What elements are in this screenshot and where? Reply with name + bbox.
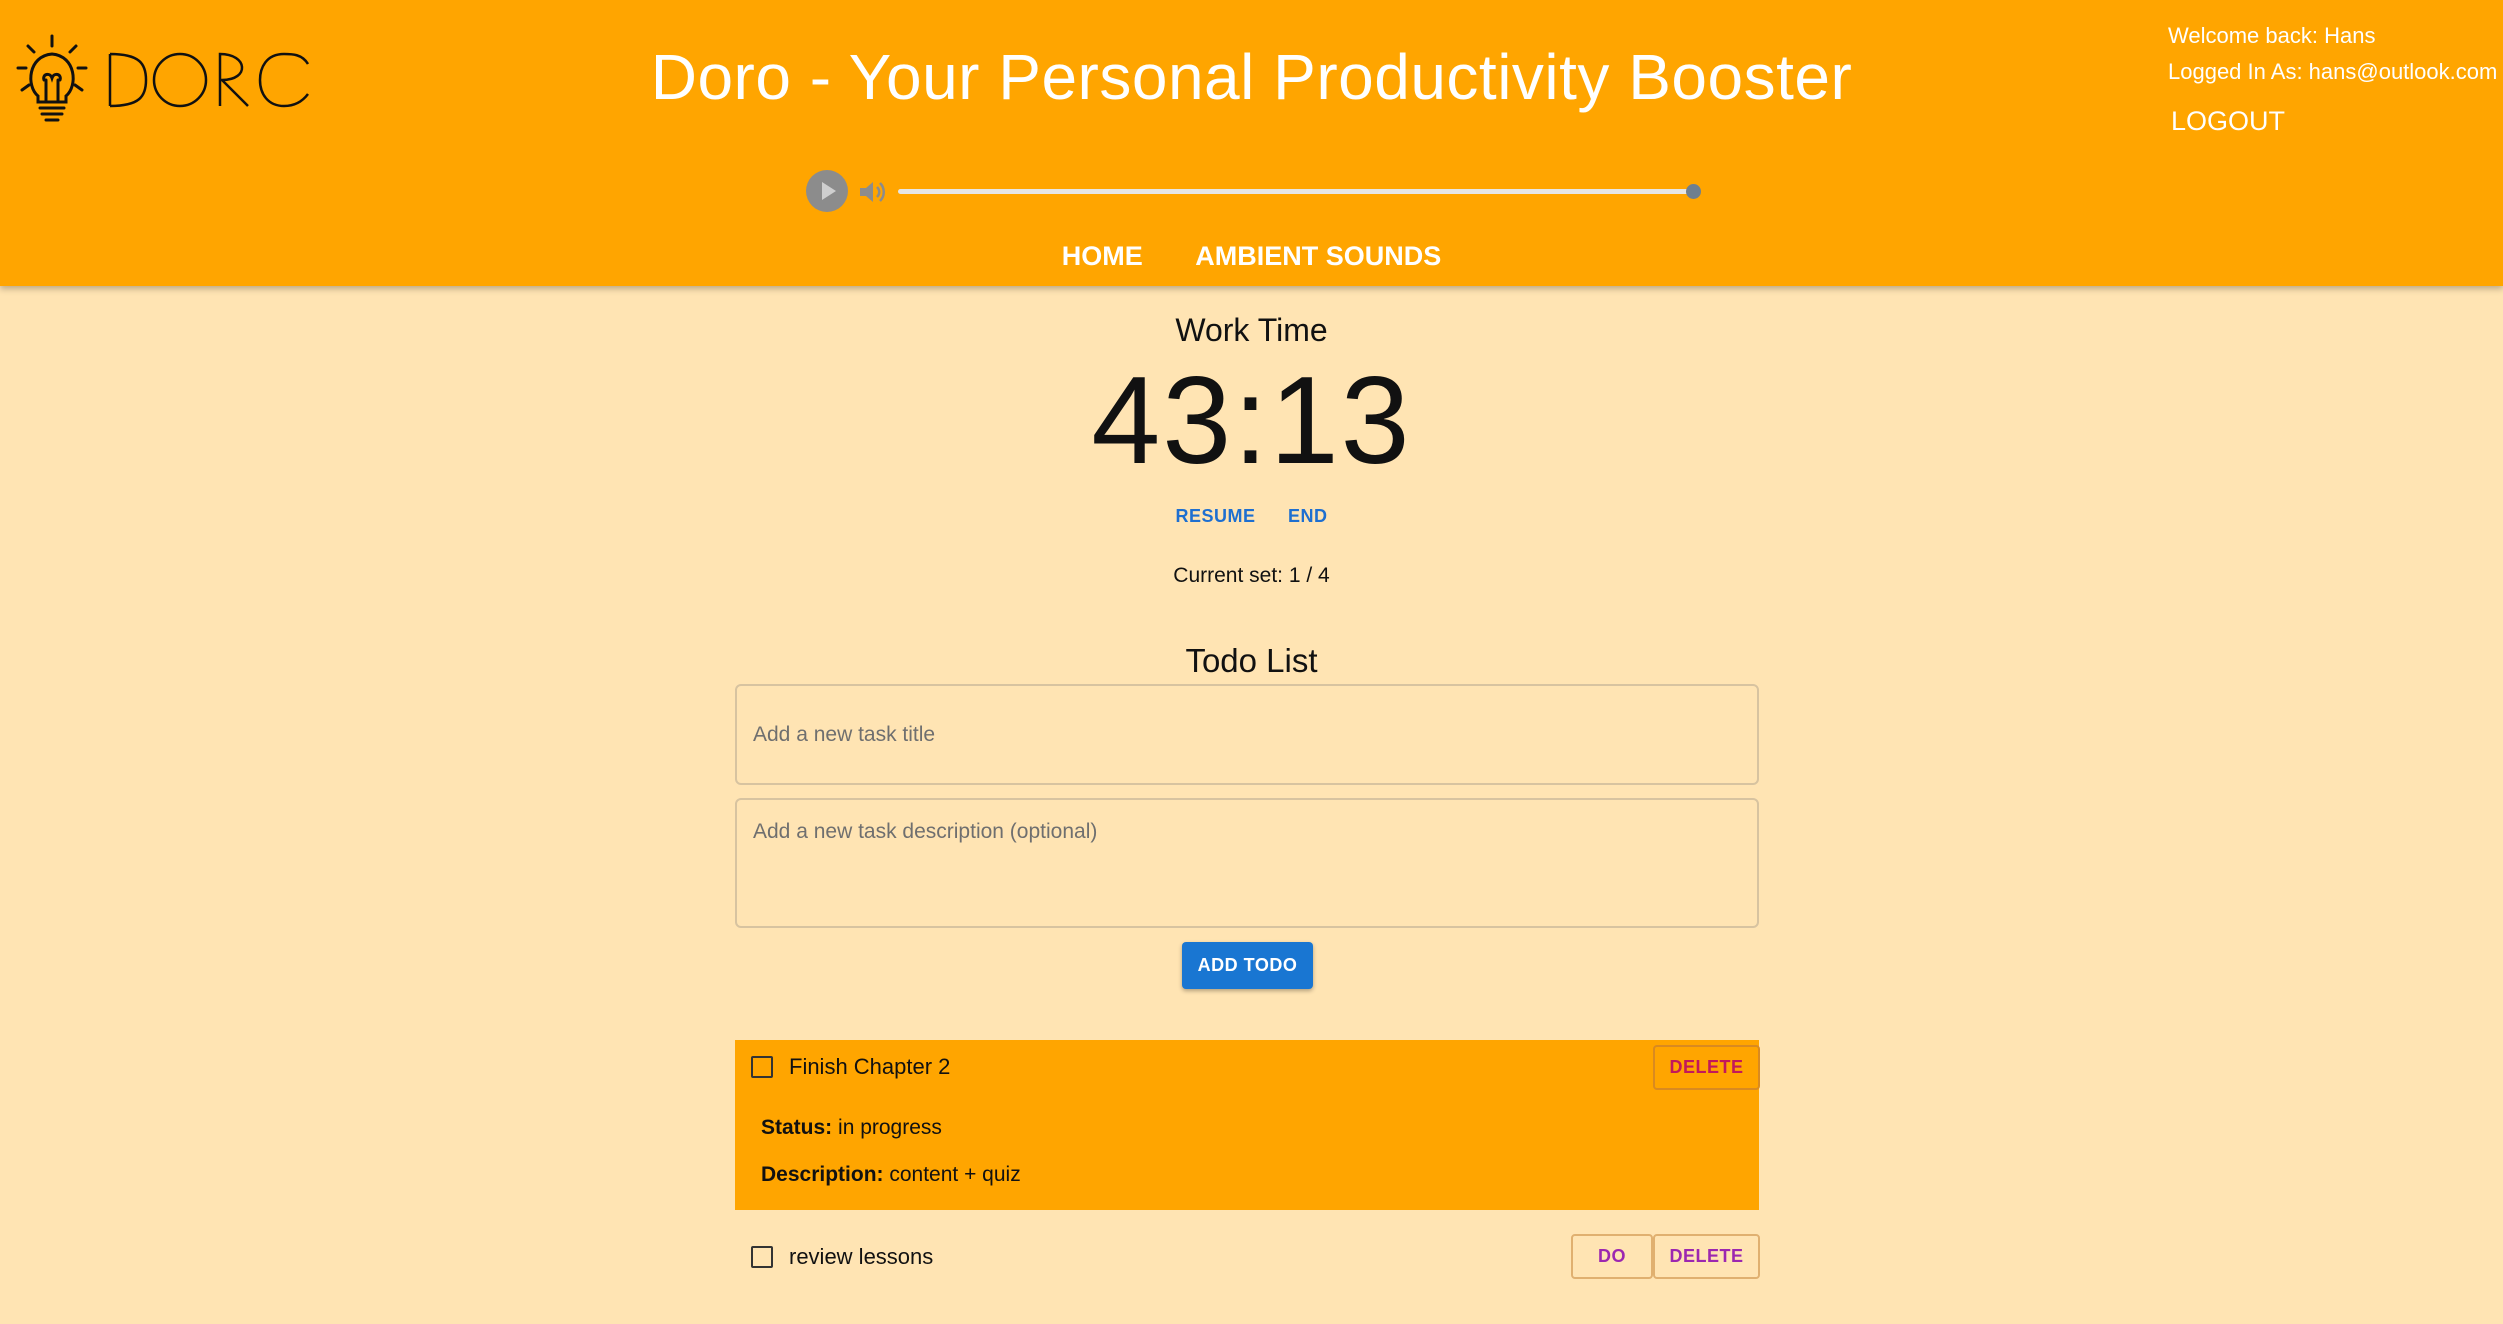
logout-button[interactable]: LOGOUT <box>2168 96 2288 146</box>
todo-title: review lessons <box>789 1244 934 1269</box>
audio-player <box>806 170 1706 214</box>
nav-home[interactable]: HOME <box>1062 236 1143 276</box>
description-label: Description: <box>761 1163 884 1186</box>
description-value: content + quiz <box>889 1163 1021 1186</box>
current-set-label: Current set: <box>1173 564 1283 587</box>
delete-button[interactable]: DELETE <box>1653 1234 1760 1279</box>
nav-ambient-sounds[interactable]: AMBIENT SOUNDS <box>1195 236 1441 276</box>
task-title-input[interactable] <box>735 684 1759 785</box>
timer-mode-label: Work Time <box>1175 312 1328 348</box>
status-value: in progress <box>838 1116 942 1139</box>
add-todo-button[interactable]: ADD TODO <box>1182 942 1313 989</box>
current-set-value: 1 / 4 <box>1288 564 1330 587</box>
volume-slider-track[interactable] <box>898 189 1700 194</box>
current-set: Current set: 1 / 4 <box>0 564 2503 588</box>
play-icon[interactable] <box>806 170 848 212</box>
app-header: Doro - Your Personal Productivity Booste… <box>0 0 2503 286</box>
volume-icon[interactable] <box>858 179 886 205</box>
resume-button[interactable]: RESUME <box>1176 506 1256 527</box>
app-title: Doro - Your Personal Productivity Booste… <box>650 41 1853 113</box>
todo-item: review lessons DO DELETE <box>735 1234 1760 1280</box>
delete-button[interactable]: DELETE <box>1653 1045 1760 1090</box>
volume-slider-thumb[interactable] <box>1686 184 1701 199</box>
todo-heading: Todo List <box>1185 642 1318 679</box>
todo-description: Description: content + quiz <box>761 1163 1021 1187</box>
todo-checkbox[interactable] <box>751 1056 773 1078</box>
welcome-text: Welcome back: Hans <box>2168 23 2376 48</box>
status-label: Status: <box>761 1116 833 1139</box>
end-button[interactable]: END <box>1288 506 1328 527</box>
logged-in-text: Logged In As: hans@outlook.com <box>2168 59 2498 84</box>
main-nav: HOME AMBIENT SOUNDS <box>0 236 2503 276</box>
do-button[interactable]: DO <box>1571 1234 1653 1279</box>
task-description-input[interactable] <box>735 798 1759 928</box>
todo-checkbox[interactable] <box>751 1246 773 1268</box>
timer-display: 43:13 <box>1091 352 1412 490</box>
todo-status: Status: in progress <box>761 1116 942 1140</box>
user-info: Welcome back: Hans Logged In As: hans@ou… <box>2168 18 2497 90</box>
timer-actions: RESUME END <box>0 506 2503 527</box>
todo-item: Finish Chapter 2 DELETE Status: in progr… <box>735 1040 1760 1210</box>
todo-title: Finish Chapter 2 <box>789 1054 951 1079</box>
